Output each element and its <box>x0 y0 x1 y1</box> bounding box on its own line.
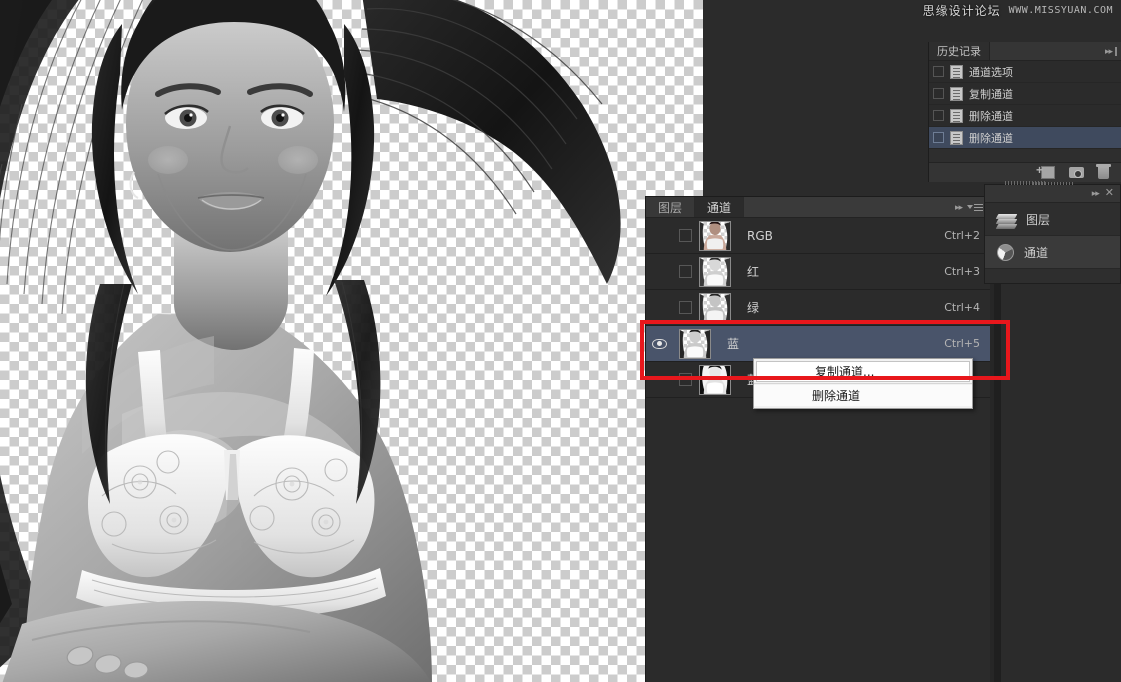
channel-name: 绿 <box>747 301 760 315</box>
history-header-controls[interactable]: ▸▸ <box>1100 42 1121 60</box>
history-header-filler <box>990 42 1101 60</box>
history-state-icon <box>950 130 963 145</box>
channel-name: RGB <box>747 228 773 243</box>
history-item-selected[interactable]: 删除通道 <box>929 127 1121 149</box>
image-canvas[interactable] <box>0 0 703 682</box>
tab-channels[interactable]: 通道 <box>695 197 745 217</box>
channel-thumbnail <box>699 256 731 287</box>
delete-trash-icon[interactable] <box>1096 163 1111 179</box>
channel-row-blue-selected[interactable]: 蓝 Ctrl+5 <box>646 326 990 362</box>
history-state-icon <box>950 108 963 123</box>
channel-shortcut: Ctrl+4 <box>944 301 980 314</box>
context-menu-item-duplicate-channel[interactable]: 复制通道... <box>756 361 970 382</box>
tab-channels-label: 通道 <box>707 200 732 215</box>
history-snapshot-checkbox[interactable] <box>933 66 944 77</box>
channel-shortcut: Ctrl+3 <box>944 265 980 278</box>
channel-thumbnail <box>679 328 711 359</box>
history-snapshot-checkbox[interactable] <box>933 88 944 99</box>
history-snapshot-checkbox[interactable] <box>933 110 944 121</box>
right-dock-panel[interactable]: ▸▸ ✕ 图层 通道 <box>984 181 1121 284</box>
expand-chevron-icon[interactable]: ▸▸ <box>1105 46 1113 57</box>
channels-panel[interactable]: 图层 通道 ▸▸ RGB Ctrl+2 红 Ctrl+3 绿 Ctrl+4 蓝 … <box>645 196 990 682</box>
history-item[interactable]: 删除通道 <box>929 105 1121 127</box>
channel-context-menu[interactable]: 复制通道... 删除通道 <box>753 358 973 409</box>
channel-name: 蓝 <box>727 337 740 351</box>
history-panel[interactable]: 历史记录 ▸▸ 通道选项 复制通道 删除通道 删除通道 + <box>928 42 1121 185</box>
history-item[interactable]: 复制通道 <box>929 83 1121 105</box>
history-state-icon <box>950 86 963 101</box>
history-item[interactable]: 通道选项 <box>929 61 1121 83</box>
history-state-list[interactable]: 通道选项 复制通道 删除通道 删除通道 <box>929 61 1121 149</box>
photoshop-window: 思缘设计论坛 WWW.MISSYUAN.COM 历史记录 ▸▸ 通道选项 复制通… <box>0 0 1121 682</box>
dock-item-label: 图层 <box>1026 212 1051 227</box>
tabbar-filler <box>744 197 948 217</box>
layers-icon <box>995 211 1018 229</box>
channel-thumbnail <box>699 220 731 251</box>
close-icon[interactable]: ✕ <box>1105 188 1114 199</box>
history-snapshot-checkbox[interactable] <box>933 132 944 143</box>
right-dock-header: ▸▸ ✕ <box>985 181 1120 203</box>
eye-icon[interactable] <box>651 338 667 349</box>
panel-options-menu-icon[interactable] <box>967 203 983 211</box>
channel-row-rgb[interactable]: RGB Ctrl+2 <box>646 218 990 254</box>
channels-icon <box>997 243 1014 261</box>
model-photograph <box>0 0 642 682</box>
channel-row-red[interactable]: 红 Ctrl+3 <box>646 254 990 290</box>
context-menu-item-label: 复制通道... <box>815 365 875 379</box>
channels-panel-tabbar: 图层 通道 ▸▸ <box>646 197 990 218</box>
channel-row-green[interactable]: 绿 Ctrl+4 <box>646 290 990 326</box>
new-document-icon[interactable] <box>1036 164 1055 179</box>
tab-history[interactable]: 历史记录 <box>929 42 990 60</box>
channel-visibility-checkbox[interactable] <box>679 373 692 386</box>
channel-name: 红 <box>747 265 760 279</box>
tab-layers-label: 图层 <box>658 200 683 215</box>
dock-item-layers[interactable]: 图层 <box>985 203 1120 236</box>
context-menu-item-label: 删除通道 <box>812 389 861 403</box>
history-tab-label: 历史记录 <box>937 45 981 58</box>
channel-thumbnail <box>699 292 731 323</box>
channel-visibility-checkbox[interactable] <box>679 301 692 314</box>
context-menu-separator <box>754 383 972 384</box>
channel-thumbnail <box>699 364 731 395</box>
history-state-icon <box>950 64 963 79</box>
channel-shortcut: Ctrl+5 <box>944 337 980 350</box>
dock-item-channels[interactable]: 通道 <box>985 236 1120 269</box>
history-item-label: 删除通道 <box>969 109 1013 123</box>
tab-layers[interactable]: 图层 <box>646 197 696 217</box>
expand-chevron-icon[interactable]: ▸▸ <box>955 202 963 213</box>
panel-resize-grip[interactable] <box>1005 181 1045 185</box>
context-menu-item-delete-channel[interactable]: 删除通道 <box>754 385 972 406</box>
panel-menu-icon[interactable] <box>1115 46 1117 56</box>
history-item-label: 删除通道 <box>969 131 1013 145</box>
channel-visibility-checkbox[interactable] <box>679 229 692 242</box>
channel-visibility-checkbox[interactable] <box>679 265 692 278</box>
history-item-label: 通道选项 <box>969 65 1013 79</box>
history-panel-header: 历史记录 ▸▸ <box>929 42 1121 61</box>
dock-item-label: 通道 <box>1024 245 1049 260</box>
channel-shortcut: Ctrl+2 <box>944 229 980 242</box>
expand-chevron-icon[interactable]: ▸▸ <box>1092 188 1100 199</box>
history-panel-footer[interactable] <box>929 162 1121 185</box>
snapshot-camera-icon[interactable] <box>1069 167 1084 178</box>
history-item-label: 复制通道 <box>969 87 1013 101</box>
channel-visibility-toggle[interactable] <box>646 338 672 349</box>
